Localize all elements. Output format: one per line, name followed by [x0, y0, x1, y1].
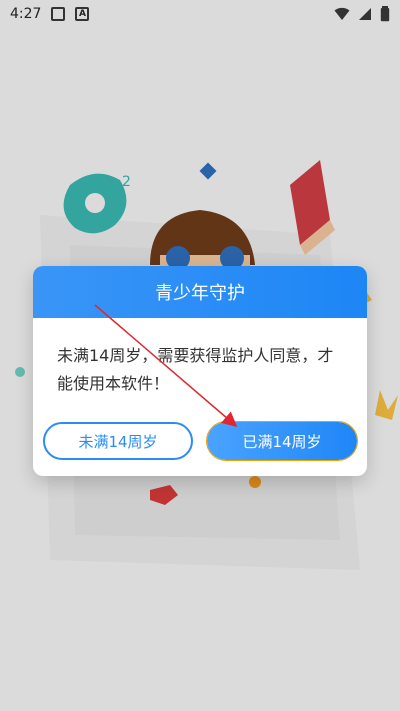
signal-icon [359, 8, 371, 20]
teen-protection-dialog: 青少年守护 未满14周岁，需要获得监护人同意，才能使用本软件！ 未满14周岁 已… [33, 266, 367, 476]
dialog-body: 未满14周岁，需要获得监护人同意，才能使用本软件！ [33, 318, 367, 406]
dialog-buttons: 未满14周岁 已满14周岁 [33, 421, 367, 461]
status-right [334, 6, 390, 22]
status-left: 4:27 A [10, 6, 90, 22]
dialog-header: 青少年守护 [33, 266, 367, 318]
status-time: 4:27 [10, 6, 42, 22]
a-icon: A [75, 7, 90, 21]
over-14-button[interactable]: 已满14周岁 [206, 421, 358, 461]
dialog-message: 未满14周岁，需要获得监护人同意，才能使用本软件！ [57, 346, 334, 393]
dialog-title: 青少年守护 [155, 283, 245, 304]
image-icon [51, 7, 66, 21]
wifi-icon [334, 7, 350, 21]
under-14-button[interactable]: 未满14周岁 [43, 422, 193, 460]
status-bar: 4:27 A [0, 0, 400, 28]
battery-icon [380, 6, 390, 22]
